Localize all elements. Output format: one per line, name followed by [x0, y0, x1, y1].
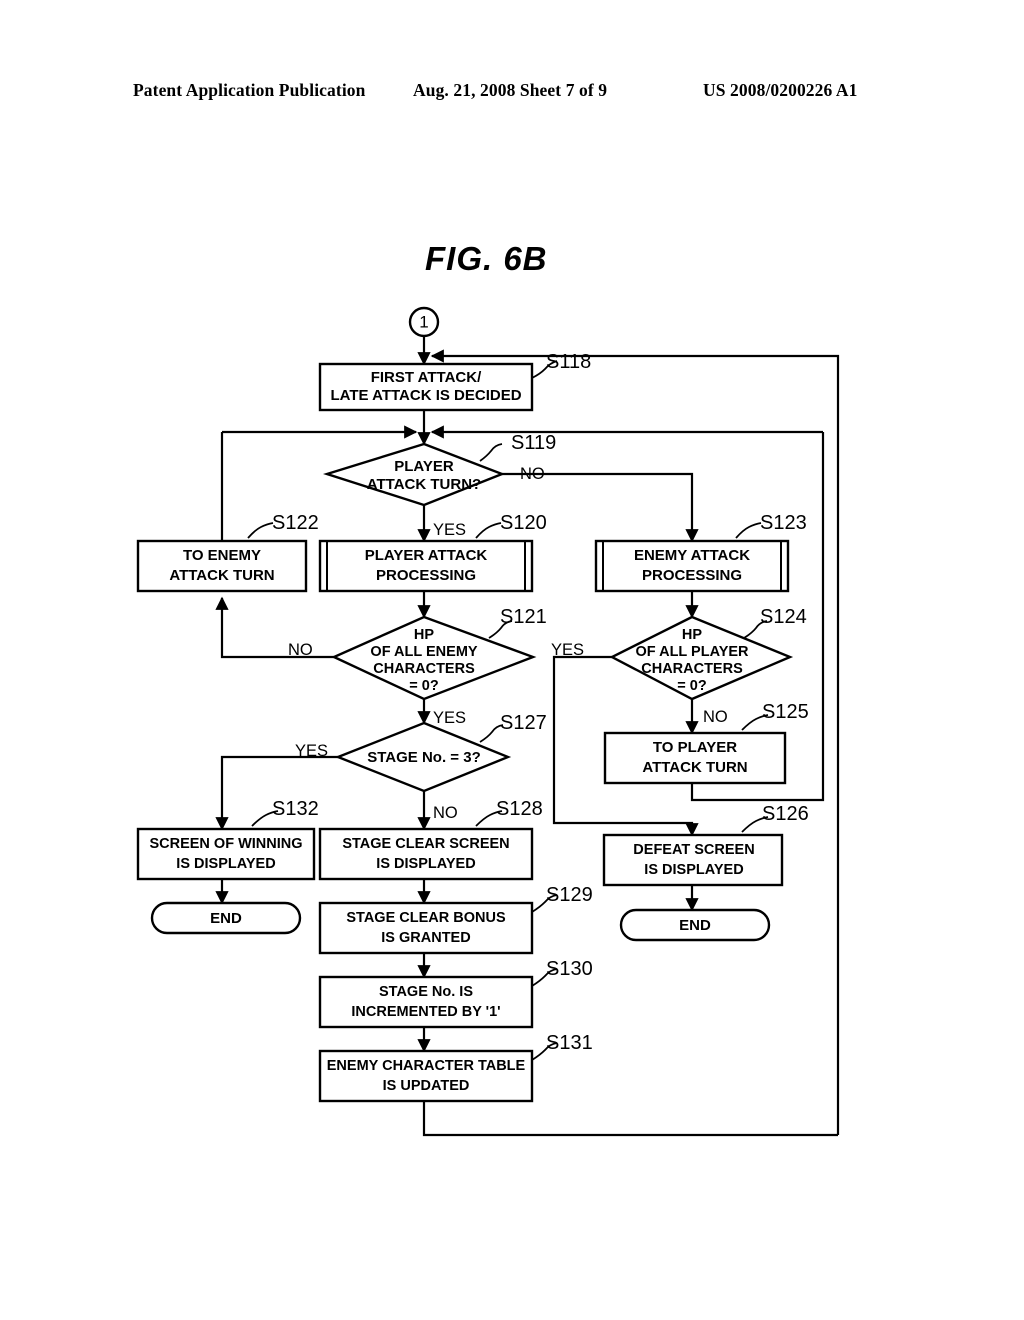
node-s128-tag: S128	[496, 798, 543, 820]
node-s128-line2: IS DISPLAYED	[376, 856, 475, 872]
node-s126: DEFEAT SCREEN IS DISPLAYED S126	[602, 803, 809, 887]
node-s122-line1: TO ENEMY	[183, 547, 261, 564]
node-s128-line1: STAGE CLEAR SCREEN	[342, 836, 509, 852]
node-s118-line2: LATE ATTACK IS DECIDED	[330, 387, 521, 404]
node-s121-line2: OF ALL ENEMY	[370, 644, 477, 660]
node-s131-tag: S131	[546, 1032, 593, 1054]
node-s132: SCREEN OF WINNING IS DISPLAYED S132	[136, 798, 319, 881]
node-s121-yes-label: YES	[433, 709, 466, 727]
node-s125-line2: ATTACK TURN	[642, 759, 747, 776]
node-s127-no-label: NO	[433, 804, 458, 822]
node-s123-line2: PROCESSING	[642, 567, 742, 584]
node-end-left-label: END	[210, 910, 242, 927]
node-s118: FIRST ATTACK/ LATE ATTACK IS DECIDED S11…	[318, 351, 591, 412]
node-end-right: END	[619, 908, 771, 942]
node-s119-no-label: NO	[520, 465, 545, 483]
node-s123-line1: ENEMY ATTACK	[634, 547, 750, 564]
node-end-left: END	[150, 901, 302, 935]
flowchart-6b: 1 FIRST ATTACK/ LATE ATTACK IS DECIDED S…	[0, 0, 1024, 1320]
node-s123: ENEMY ATTACK PROCESSING S123	[594, 512, 807, 593]
node-s120-line2: PROCESSING	[376, 567, 476, 584]
node-s123-tag: S123	[760, 512, 807, 534]
node-s119-line1: PLAYER	[394, 458, 454, 475]
node-end-right-label: END	[679, 917, 711, 934]
node-s130-line1: STAGE No. IS	[379, 984, 473, 1000]
node-s121-tag: S121	[500, 606, 547, 628]
node-s121-line1: HP	[414, 627, 434, 643]
node-s130-tag: S130	[546, 958, 593, 980]
node-s121: HP OF ALL ENEMY CHARACTERS = 0? S121 NO …	[288, 606, 547, 727]
node-s119-tag: S119	[511, 432, 556, 454]
node-s125-tag: S125	[762, 701, 809, 723]
node-s118-line1: FIRST ATTACK/	[371, 369, 482, 386]
entry-connector-label: 1	[419, 312, 428, 331]
node-s130: STAGE No. IS INCREMENTED BY '1' S130	[318, 958, 593, 1029]
node-s132-tag: S132	[272, 798, 319, 820]
node-s121-line4: = 0?	[409, 678, 439, 694]
node-s119-line2: ATTACK TURN?	[367, 476, 481, 493]
node-s124-line2: OF ALL PLAYER	[635, 644, 749, 660]
node-s128: STAGE CLEAR SCREEN IS DISPLAYED S128	[318, 798, 543, 881]
node-s121-no-label: NO	[288, 641, 313, 659]
node-s132-line2: IS DISPLAYED	[176, 856, 275, 872]
node-s124-tag: S124	[760, 606, 807, 628]
node-s124-yes-label: YES	[551, 641, 584, 659]
entry-connector-1: 1	[408, 306, 440, 338]
node-s126-line1: DEFEAT SCREEN	[633, 842, 754, 858]
node-s124-line1: HP	[682, 627, 702, 643]
node-s126-line2: IS DISPLAYED	[644, 862, 743, 878]
node-s131-line2: IS UPDATED	[383, 1078, 470, 1094]
node-s129-tag: S129	[546, 884, 593, 906]
node-s129-line2: IS GRANTED	[381, 930, 470, 946]
node-s129-line1: STAGE CLEAR BONUS	[346, 910, 506, 926]
node-s131-line1: ENEMY CHARACTER TABLE	[327, 1058, 526, 1074]
node-s127-yes-label: YES	[295, 742, 328, 760]
node-s124-no-label: NO	[703, 708, 728, 726]
node-s121-line3: CHARACTERS	[373, 661, 475, 677]
node-s127-line1: STAGE No. = 3?	[367, 749, 481, 766]
node-s124-line4: = 0?	[677, 678, 707, 694]
node-s130-line2: INCREMENTED BY '1'	[351, 1004, 500, 1020]
node-s127-tag: S127	[500, 712, 547, 734]
node-s131: ENEMY CHARACTER TABLE IS UPDATED S131	[318, 1032, 593, 1103]
node-s118-tag: S118	[546, 351, 591, 373]
node-s129: STAGE CLEAR BONUS IS GRANTED S129	[318, 884, 593, 955]
node-s132-line1: SCREEN OF WINNING	[149, 836, 302, 852]
node-s122-line2: ATTACK TURN	[169, 567, 274, 584]
node-s122: TO ENEMY ATTACK TURN S122	[136, 512, 319, 593]
node-s120-line1: PLAYER ATTACK	[365, 547, 488, 564]
node-s124-line3: CHARACTERS	[641, 661, 743, 677]
node-s119-yes-label: YES	[433, 521, 466, 539]
node-s120-tag: S120	[500, 512, 547, 534]
node-s126-tag: S126	[762, 803, 809, 825]
node-s125-line1: TO PLAYER	[653, 739, 737, 756]
wire-s121-no	[215, 596, 334, 659]
node-s122-tag: S122	[272, 512, 319, 534]
